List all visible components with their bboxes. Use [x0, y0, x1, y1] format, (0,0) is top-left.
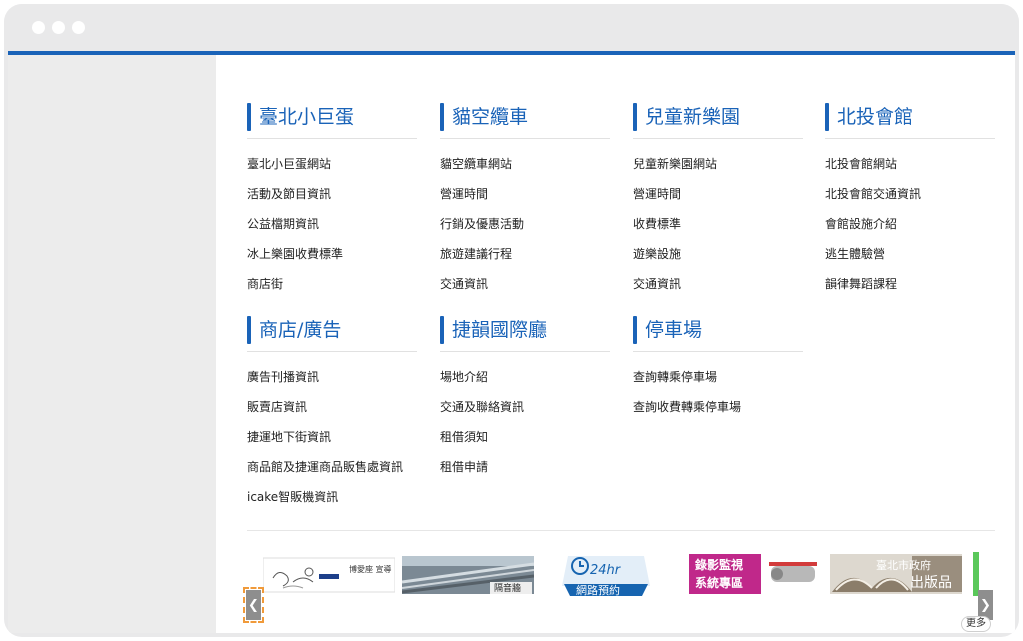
section-heading: 停車場 — [633, 316, 803, 352]
section-title[interactable]: 兒童新樂園 — [645, 106, 740, 128]
section-link[interactable]: 韻律舞蹈課程 — [825, 277, 897, 291]
cctv-camera: 錄影監視 系統專區 — [689, 554, 823, 594]
open-book: 臺北市政府 出版品 — [830, 554, 962, 594]
heading-accent — [247, 316, 251, 344]
section-heading: 捷韻國際廳 — [440, 316, 610, 352]
section-link[interactable]: 營運時間 — [440, 187, 488, 201]
title-bar — [4, 4, 1019, 50]
sitemap-content: 臺北小巨蛋 臺北小巨蛋網站 活動及節目資訊 公益檔期資訊 冰上樂園收費標準 商店… — [216, 55, 1015, 633]
section-link[interactable]: 場地介紹 — [440, 370, 488, 384]
section-link[interactable]: 逃生體驗營 — [825, 247, 885, 261]
section-link[interactable]: 兒童新樂園網站 — [633, 157, 717, 171]
svg-text:臺北市政府: 臺北市政府 — [876, 558, 931, 572]
section-link[interactable]: 販賣店資訊 — [247, 400, 307, 414]
banner-online-booking[interactable]: 24hr 網路預約 — [556, 552, 656, 596]
section-link[interactable]: 貓空纜車網站 — [440, 157, 512, 171]
section-link[interactable]: 活動及節目資訊 — [247, 187, 331, 201]
section-title[interactable]: 停車場 — [645, 319, 702, 341]
section-link[interactable]: 北投會館網站 — [825, 157, 897, 171]
heading-accent — [440, 316, 444, 344]
section-link[interactable]: 租借申請 — [440, 460, 488, 474]
section-link[interactable]: 遊樂設施 — [633, 247, 681, 261]
section-link[interactable]: 北投會館交通資訊 — [825, 187, 921, 201]
svg-text:錄影監視: 錄影監視 — [695, 557, 743, 572]
chevron-right-icon: ❯ — [980, 597, 991, 613]
section-heading: 貓空纜車 — [440, 103, 610, 139]
heading-accent — [633, 103, 637, 131]
section-link[interactable]: icake智販機資訊 — [247, 490, 338, 504]
priority-seat-illustration: 博愛座 宣導 — [263, 557, 395, 593]
section-link[interactable]: 交通資訊 — [440, 277, 488, 291]
section-link[interactable]: 行銷及優惠活動 — [440, 217, 524, 231]
section-link[interactable]: 營運時間 — [633, 187, 681, 201]
clock-badge: 24hr 網路預約 — [562, 556, 650, 596]
svg-text:網路預約: 網路預約 — [576, 583, 620, 596]
banner-publications[interactable]: 臺北市政府 出版品 — [830, 552, 962, 596]
heading-accent — [247, 103, 251, 131]
sound-barrier-photo: 隔音牆 — [402, 556, 534, 594]
section-title[interactable]: 北投會館 — [837, 106, 913, 128]
heading-accent — [440, 103, 444, 131]
section-title[interactable]: 貓空纜車 — [452, 106, 528, 128]
section-heading: 臺北小巨蛋 — [247, 103, 417, 139]
section-link[interactable]: 臺北小巨蛋網站 — [247, 157, 331, 171]
banner-divider — [247, 530, 995, 531]
section-link[interactable]: 旅遊建議行程 — [440, 247, 512, 261]
banner-cctv[interactable]: 錄影監視 系統專區 — [689, 552, 823, 596]
section-link[interactable]: 會館設施介紹 — [825, 217, 897, 231]
chevron-left-icon: ❮ — [248, 597, 259, 613]
more-button[interactable]: 更多 — [961, 616, 991, 632]
section-link[interactable]: 查詢轉乘停車場 — [633, 370, 717, 384]
heading-accent — [633, 316, 637, 344]
svg-text:24hr: 24hr — [590, 563, 622, 578]
section-heading: 兒童新樂園 — [633, 103, 803, 139]
section-link[interactable]: 商店街 — [247, 277, 283, 291]
section-link[interactable]: 捷運地下街資訊 — [247, 430, 331, 444]
section-link[interactable]: 租借須知 — [440, 430, 488, 444]
left-sidebar — [8, 55, 216, 633]
svg-text:博愛座 宣導: 博愛座 宣導 — [349, 564, 392, 574]
section-heading: 商店/廣告 — [247, 316, 417, 352]
section-link[interactable]: 交通及聯絡資訊 — [440, 400, 524, 414]
window-minimize-dot[interactable] — [52, 21, 65, 34]
banner-priority-seat[interactable]: 博愛座 宣導 — [263, 552, 395, 596]
window-close-dot[interactable] — [32, 21, 45, 34]
window-maximize-dot[interactable] — [72, 21, 85, 34]
section-link[interactable]: 廣告刊播資訊 — [247, 370, 319, 384]
section-title[interactable]: 商店/廣告 — [259, 319, 341, 341]
heading-accent — [825, 103, 829, 131]
section-link[interactable]: 交通資訊 — [633, 277, 681, 291]
carousel-prev-button[interactable]: ❮ — [243, 587, 264, 623]
browser-frame: 臺北小巨蛋 臺北小巨蛋網站 活動及節目資訊 公益檔期資訊 冰上樂園收費標準 商店… — [4, 4, 1019, 637]
section-link[interactable]: 查詢收費轉乘停車場 — [633, 400, 741, 414]
section-link[interactable]: 公益檔期資訊 — [247, 217, 319, 231]
section-title[interactable]: 臺北小巨蛋 — [259, 106, 354, 128]
banner-sound-barrier[interactable]: 隔音牆 — [402, 552, 534, 596]
svg-text:出版品: 出版品 — [910, 575, 952, 591]
section-heading: 北投會館 — [825, 103, 995, 139]
svg-text:系統專區: 系統專區 — [695, 575, 743, 590]
section-link[interactable]: 商品館及捷運商品販售處資訊 — [247, 460, 403, 474]
section-title[interactable]: 捷韻國際廳 — [452, 319, 547, 341]
section-link[interactable]: 收費標準 — [633, 217, 681, 231]
section-link[interactable]: 冰上樂園收費標準 — [247, 247, 343, 261]
svg-text:隔音牆: 隔音牆 — [494, 582, 521, 594]
